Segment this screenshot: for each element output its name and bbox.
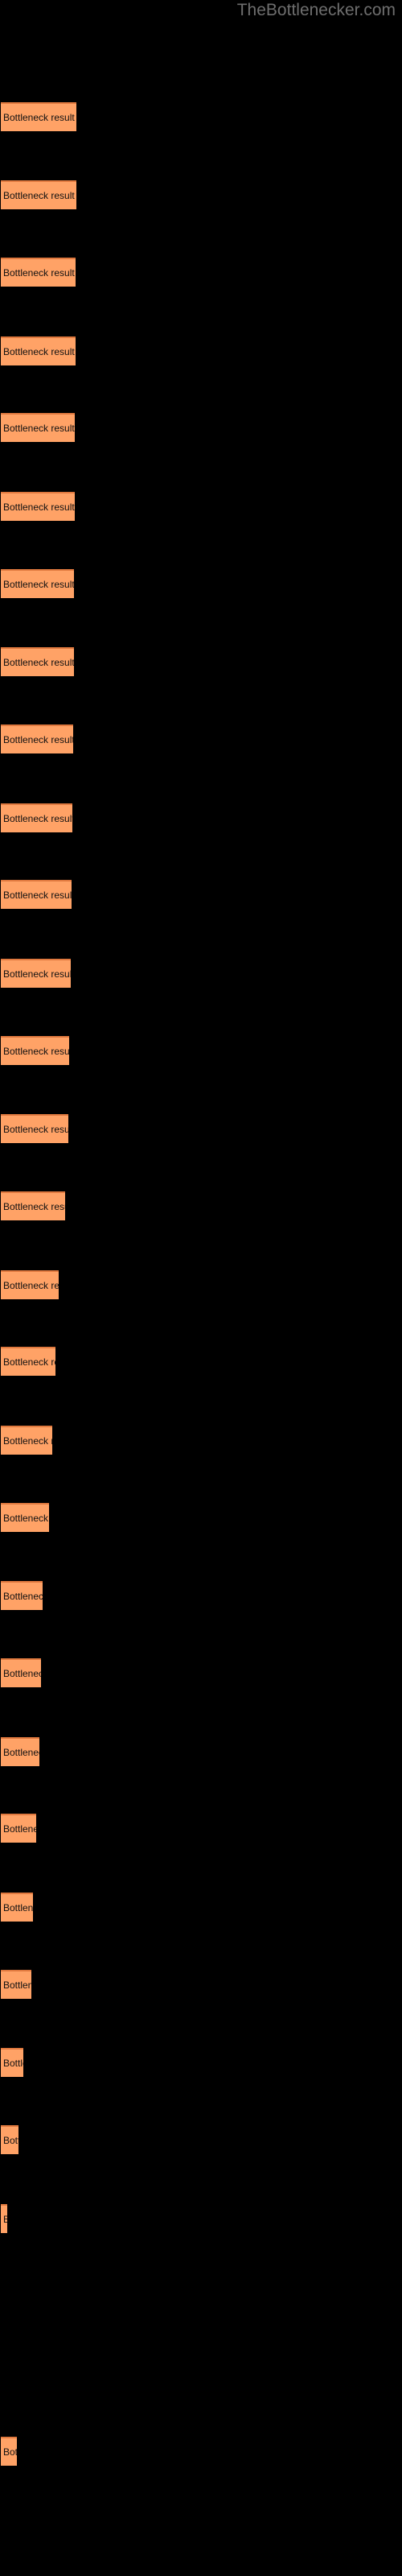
bar-label: Bottleneck result (3, 1356, 55, 1368)
bar[interactable]: Bottleneck result (1, 2203, 7, 2233)
bar[interactable]: Bottleneck result (1, 1269, 59, 1299)
bar-label: Bottleneck result (3, 1591, 43, 1603)
bar-row: Bottleneck result (0, 2125, 402, 2154)
bar-label: Bottleneck result (3, 267, 75, 279)
bar-label: Bottleneck result (3, 1902, 33, 1914)
bar-row: Bottleneck result (0, 1269, 402, 1299)
bar-row: Bottleneck result (0, 101, 402, 131)
bar-label: Bottleneck result (3, 2058, 23, 2070)
bar-chart: Bottleneck result Bottleneck result Bottle… (0, 0, 402, 2576)
bar-label: Bottleneck result (3, 423, 75, 435)
bar-label: Bottleneck result (3, 657, 74, 669)
bar-row: Bottleneck result (0, 1035, 402, 1065)
bar-label: Bottleneck result (3, 2214, 7, 2225)
bar-row: Bottleneck result (0, 568, 402, 598)
bar[interactable]: Bottleneck result (1, 568, 74, 598)
bar-row: Bottleneck result (0, 336, 402, 365)
bar[interactable]: Bottleneck result (1, 1893, 33, 1922)
bar[interactable]: Bottleneck result (1, 101, 76, 131)
bar-row: Bottleneck result (0, 1347, 402, 1377)
bar-label: Bottleneck result (3, 812, 72, 824)
bar-row: Bottleneck result (0, 803, 402, 832)
bar[interactable]: Bottleneck result (1, 880, 72, 910)
bar[interactable]: Bottleneck result (1, 1581, 43, 1611)
bar-label: Bottleneck result (3, 1201, 65, 1212)
bar-row: Bottleneck result (0, 2436, 402, 2466)
bar[interactable]: Bottleneck result (1, 1658, 41, 1687)
bar[interactable]: Bottleneck result (1, 1035, 69, 1065)
bar-label: Bottleneck result (3, 1045, 69, 1057)
bar-label: Bottleneck result (3, 1512, 49, 1524)
bar[interactable]: Bottleneck result (1, 959, 71, 989)
bar[interactable]: Bottleneck result (1, 1347, 55, 1377)
bar-row: Bottleneck result (0, 413, 402, 443)
bar[interactable]: Bottleneck result (1, 1114, 68, 1144)
bar[interactable]: Bottleneck result (1, 2436, 17, 2466)
bar-row: Bottleneck result (0, 1658, 402, 1687)
bar-label: Bottleneck result (3, 1279, 59, 1291)
bar[interactable]: Bottleneck result (1, 180, 76, 210)
bar-row: Bottleneck result (0, 1502, 402, 1532)
bar[interactable]: Bottleneck result (1, 336, 76, 365)
bar-label: Bottleneck result (3, 1668, 41, 1679)
bar-label: Bottleneck result (3, 1746, 39, 1758)
bar-row: Bottleneck result (0, 2048, 402, 2078)
bar-row: Bottleneck result (0, 1736, 402, 1766)
bar[interactable]: Bottleneck result (1, 1502, 49, 1532)
bar-label: Bottleneck result (3, 111, 75, 123)
bar[interactable]: Bottleneck result (1, 258, 76, 287)
bar-row: Bottleneck result (0, 492, 402, 522)
bar-label: Bottleneck result (3, 1823, 36, 1835)
bar[interactable]: Bottleneck result (1, 1191, 65, 1220)
bar-label: Bottleneck result (3, 890, 72, 902)
bar-row: Bottleneck result (0, 1814, 402, 1843)
bar-row: Bottleneck result (0, 2203, 402, 2233)
bar-row: Bottleneck result (0, 724, 402, 753)
bar-label: Bottleneck result (3, 190, 75, 202)
bar-label: Bottleneck result (3, 1979, 31, 1991)
bar-label: Bottleneck result (3, 345, 75, 357)
bar[interactable]: Bottleneck result (1, 647, 74, 677)
bar-row: Bottleneck result (0, 1969, 402, 1999)
bar[interactable]: Bottleneck result (1, 803, 72, 832)
bar[interactable]: Bottleneck result (1, 724, 73, 753)
bar-row: Bottleneck result (0, 1114, 402, 1144)
bar[interactable]: Bottleneck result (1, 1814, 36, 1843)
bar-row: Bottleneck result (0, 1893, 402, 1922)
bar[interactable]: Bottleneck result (1, 1969, 31, 1999)
bar-row: Bottleneck result (0, 1191, 402, 1220)
bar-row: Bottleneck result (0, 180, 402, 210)
bar-row: Bottleneck result (0, 880, 402, 910)
bar-row: Bottleneck result (0, 647, 402, 677)
bar-row: Bottleneck result (0, 258, 402, 287)
bar-label: Bottleneck result (3, 968, 71, 980)
bar-label: Bottleneck result (3, 734, 73, 745)
bar-row: Bottleneck result (0, 1581, 402, 1611)
bar[interactable]: Bottleneck result (1, 2048, 23, 2078)
bar[interactable]: Bottleneck result (1, 492, 75, 522)
bar-row: Bottleneck result (0, 959, 402, 989)
bar-label: Bottleneck result (3, 1124, 68, 1136)
bar[interactable]: Bottleneck result (1, 1736, 39, 1766)
bar-label: Bottleneck result (3, 578, 74, 590)
bar-label: Bottleneck result (3, 502, 75, 514)
bar[interactable]: Bottleneck result (1, 1426, 52, 1455)
bar-row: Bottleneck result (0, 1426, 402, 1455)
bar[interactable]: Bottleneck result (1, 413, 75, 443)
bar-label: Bottleneck result (3, 2446, 17, 2458)
bar-label: Bottleneck result (3, 2135, 18, 2146)
site-watermark: TheBottlenecker.com (236, 1, 396, 19)
bar-label: Bottleneck result (3, 1435, 52, 1447)
bar[interactable]: Bottleneck result (1, 2125, 18, 2154)
